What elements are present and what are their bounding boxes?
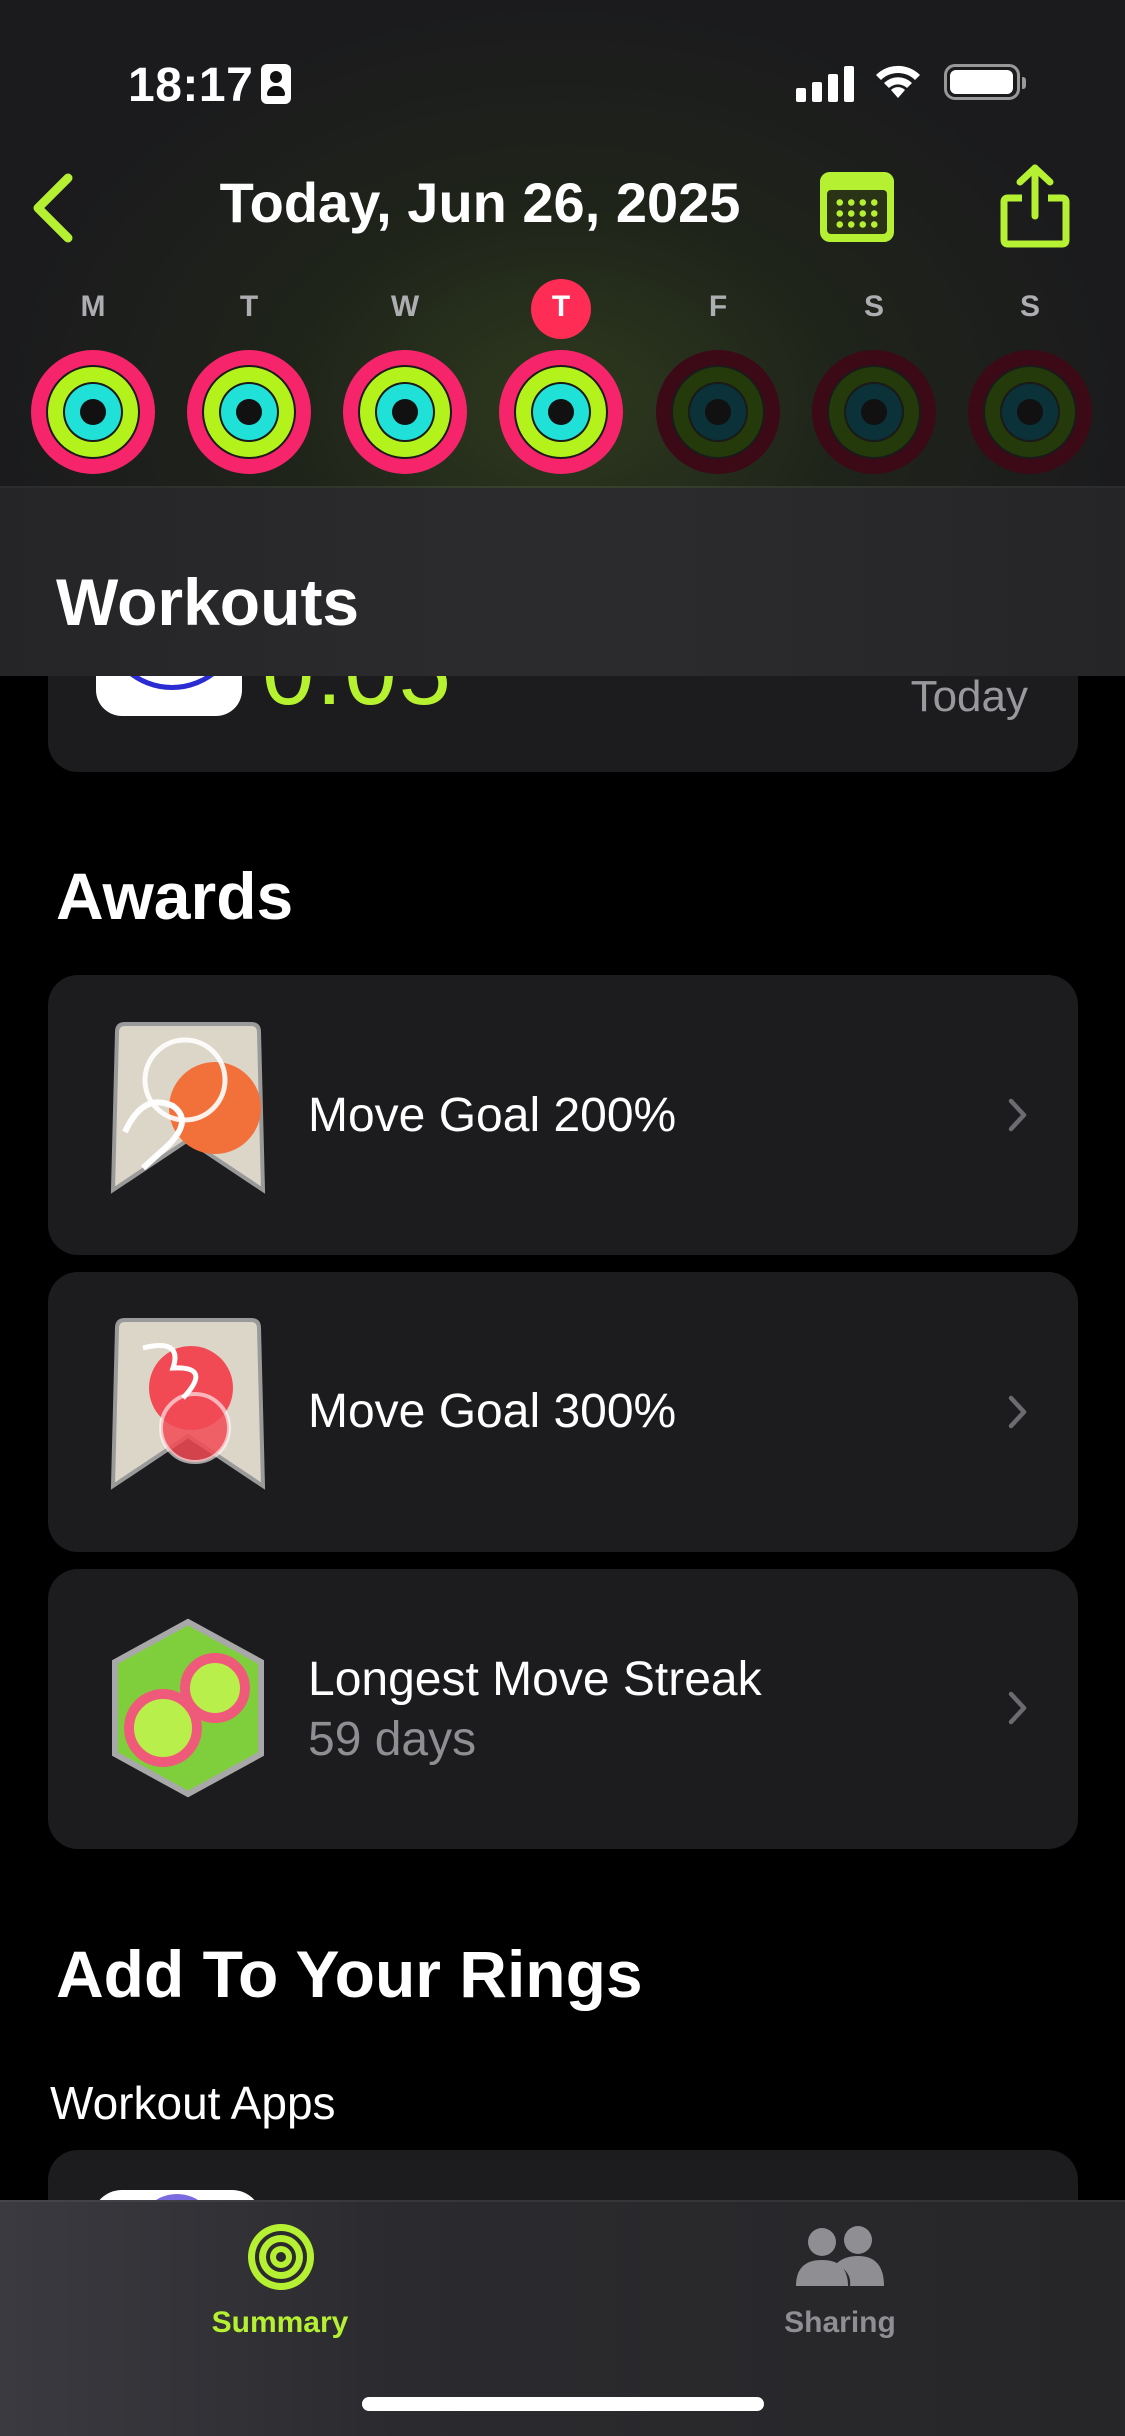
day-label-thu: T	[551, 290, 571, 323]
contact-card-icon	[261, 64, 291, 104]
activity-ring-thu[interactable]	[499, 350, 623, 474]
calendar-icon	[820, 172, 894, 188]
day-label-mon: M	[80, 290, 106, 323]
workouts-title: Workouts	[56, 565, 360, 639]
chevron-right-icon	[1008, 1691, 1027, 1725]
home-indicator[interactable]	[362, 2397, 764, 2411]
move-goal-300-badge-icon	[110, 1318, 266, 1490]
awards-title: Awards	[56, 859, 294, 933]
battery-icon	[944, 64, 1026, 100]
calendar-button[interactable]	[820, 172, 894, 242]
back-chevron-icon[interactable]	[24, 170, 84, 246]
sharing-people-icon[interactable]	[792, 2224, 888, 2290]
move-goal-200-badge-icon	[110, 1022, 266, 1194]
day-label-sun: S	[1019, 290, 1040, 323]
page-title: Today, Jun 26, 2025	[219, 171, 741, 234]
award-subtitle: 59 days	[308, 1713, 477, 1766]
day-label-wed: W	[390, 290, 420, 323]
award-title: Move Goal 300%	[308, 1385, 677, 1438]
award-title: Longest Move Streak	[308, 1653, 762, 1706]
activity-ring-wed[interactable]	[343, 350, 467, 474]
day-label-tue: T	[239, 290, 259, 323]
activity-ring-sun	[968, 350, 1092, 474]
longest-move-streak-badge-icon	[112, 1618, 264, 1798]
workout-date: Today	[910, 672, 1028, 721]
activity-ring-tue[interactable]	[187, 350, 311, 474]
activity-ring-fri	[656, 350, 780, 474]
tab-summary[interactable]: Summary	[180, 2306, 380, 2340]
day-label-fri: F	[708, 290, 728, 323]
chevron-right-icon	[1008, 1395, 1027, 1429]
activity-ring-sat	[812, 350, 936, 474]
award-title: Move Goal 200%	[308, 1089, 677, 1142]
wifi-icon	[876, 65, 920, 98]
activity-ring-mon[interactable]	[31, 350, 155, 474]
workout-apps-label: Workout Apps	[50, 2077, 336, 2129]
chevron-right-icon	[1008, 1098, 1027, 1132]
status-time: 18:17	[128, 59, 254, 112]
tab-sharing[interactable]: Sharing	[740, 2306, 940, 2340]
summary-rings-icon[interactable]	[244, 2220, 318, 2294]
cellular-signal-icon	[796, 62, 854, 102]
share-button[interactable]	[998, 164, 1072, 248]
add-to-rings-title: Add To Your Rings	[56, 1937, 643, 2011]
day-label-sat: S	[863, 290, 884, 323]
